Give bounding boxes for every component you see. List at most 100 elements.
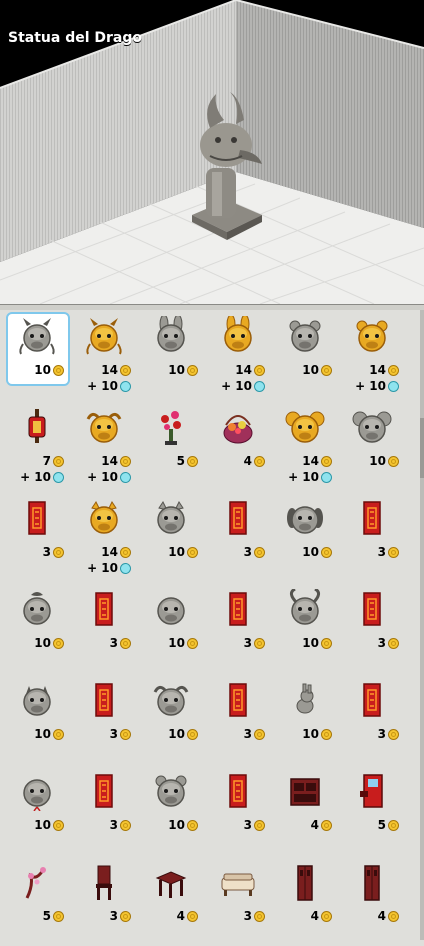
credit-price: 10 — [168, 817, 198, 833]
credit-price: 4 — [177, 908, 198, 924]
catalog-item[interactable]: 3 — [205, 767, 271, 855]
catalog-item[interactable]: 10 — [138, 585, 204, 673]
catalog-item[interactable]: 3 — [4, 494, 70, 582]
credit-price: 10 — [168, 726, 198, 742]
catalog-item[interactable]: 10 — [138, 494, 204, 582]
credit-price-value: 14 — [369, 363, 386, 377]
catalog-item[interactable]: 4 — [205, 403, 271, 491]
catalog-item[interactable]: 3 — [339, 676, 405, 764]
catalog-item[interactable]: 4 — [339, 858, 405, 946]
catalog-item[interactable]: 14 + 10 — [71, 312, 137, 400]
catalog-item[interactable]: 3 — [71, 767, 137, 855]
catalog-item[interactable]: 3 — [71, 858, 137, 946]
credit-price-value: 10 — [168, 636, 185, 650]
catalog-item[interactable]: 3 — [205, 858, 271, 946]
scrollbar-track[interactable] — [420, 310, 424, 940]
golden-pig-mask-icon — [90, 501, 118, 534]
catalog-item[interactable]: 4 — [272, 858, 338, 946]
furniture-preview: Statua del Drago — [0, 0, 424, 304]
red-banner-icon — [363, 683, 381, 717]
coin-icon — [254, 819, 265, 831]
credit-price: 10 — [302, 726, 332, 742]
coin-icon — [254, 546, 265, 558]
coin-icon — [187, 819, 198, 831]
catalog-item[interactable]: 3 — [71, 676, 137, 764]
credit-price-value: 3 — [109, 909, 118, 923]
blossom-branch-icon — [25, 867, 46, 899]
catalog-item[interactable]: 10 — [138, 767, 204, 855]
catalog-item[interactable]: 5 — [4, 858, 70, 946]
catalog-item[interactable]: 3 — [205, 676, 271, 764]
credit-price: 4 — [244, 453, 265, 469]
coin-icon — [120, 819, 131, 831]
catalog-item[interactable]: 10 — [339, 403, 405, 491]
catalog-item[interactable]: 10 — [272, 585, 338, 673]
red-banner-icon — [363, 501, 381, 535]
catalog-item[interactable]: 10 — [4, 767, 70, 855]
tiger-mask-icon — [289, 320, 321, 352]
catalog-item[interactable]: 7 + 10 — [4, 403, 70, 491]
credit-price-value: 14 — [101, 545, 118, 559]
coin-icon — [388, 819, 399, 831]
catalog-item[interactable]: 10 — [272, 676, 338, 764]
coin-icon — [254, 455, 265, 467]
sofa-icon — [221, 873, 255, 896]
coin-icon — [53, 364, 64, 376]
catalog-item[interactable]: 3 — [339, 585, 405, 673]
coin-icon — [187, 455, 198, 467]
coin-icon — [120, 546, 131, 558]
coin-icon — [254, 910, 265, 922]
catalog-item[interactable]: 14 + 10 — [272, 403, 338, 491]
catalog-item[interactable]: 10 — [4, 312, 70, 400]
catalog-item[interactable]: 4 — [272, 767, 338, 855]
red-banner-icon — [28, 501, 46, 535]
catalog-item[interactable]: 10 — [272, 494, 338, 582]
credit-price-value: 3 — [243, 909, 252, 923]
credit-price-value: 3 — [109, 818, 118, 832]
credit-price-value: 7 — [42, 454, 51, 468]
credit-price: 5 — [43, 908, 64, 924]
credit-price-value: 10 — [168, 818, 185, 832]
credit-price: 3 — [378, 544, 399, 560]
catalog-item[interactable]: 14 + 10 — [339, 312, 405, 400]
screen-divider-icon — [297, 865, 313, 901]
catalog-item[interactable]: 14 + 10 — [71, 403, 137, 491]
diamond-price: + 10 — [87, 469, 131, 485]
credit-price-value: 10 — [34, 636, 51, 650]
lantern-stand-icon — [28, 409, 46, 443]
catalog-item[interactable]: 5 — [339, 767, 405, 855]
catalog-item[interactable]: 10 — [272, 312, 338, 400]
credit-price-value: 14 — [302, 454, 319, 468]
catalog-item[interactable]: 10 — [4, 585, 70, 673]
credit-price-value: 5 — [176, 454, 185, 468]
catalog-item[interactable]: 3 — [205, 494, 271, 582]
coin-icon — [187, 637, 198, 649]
coin-icon — [53, 819, 64, 831]
catalog-item[interactable]: 3 — [71, 585, 137, 673]
diamond-icon — [254, 380, 265, 392]
catalog-item[interactable]: 10 — [4, 676, 70, 764]
credit-price: 10 — [369, 453, 399, 469]
catalog-item[interactable]: 10 — [138, 676, 204, 764]
credit-price-value: 4 — [310, 909, 319, 923]
catalog-item[interactable]: 4 — [138, 858, 204, 946]
diamond-icon — [321, 471, 332, 483]
catalog-item[interactable]: 3 — [205, 585, 271, 673]
diamond-price: + 10 — [87, 560, 131, 576]
catalog-item[interactable]: 14 + 10 — [71, 494, 137, 582]
catalog-item[interactable]: 14 + 10 — [205, 312, 271, 400]
scrollbar-thumb[interactable] — [420, 418, 424, 478]
catalog-item[interactable]: 3 — [339, 494, 405, 582]
diamond-icon — [120, 562, 131, 574]
credit-price-value: 10 — [302, 636, 319, 650]
chair-icon — [96, 865, 112, 900]
credit-price-value: 10 — [302, 545, 319, 559]
diamond-icon — [120, 380, 131, 392]
catalog-item[interactable]: 10 — [138, 312, 204, 400]
credit-price-value: 3 — [243, 818, 252, 832]
coin-icon — [254, 728, 265, 740]
red-banner-icon — [229, 501, 247, 535]
diamond-price: + 10 — [221, 378, 265, 394]
credit-price: 10 — [34, 817, 64, 833]
catalog-item[interactable]: 5 — [138, 403, 204, 491]
